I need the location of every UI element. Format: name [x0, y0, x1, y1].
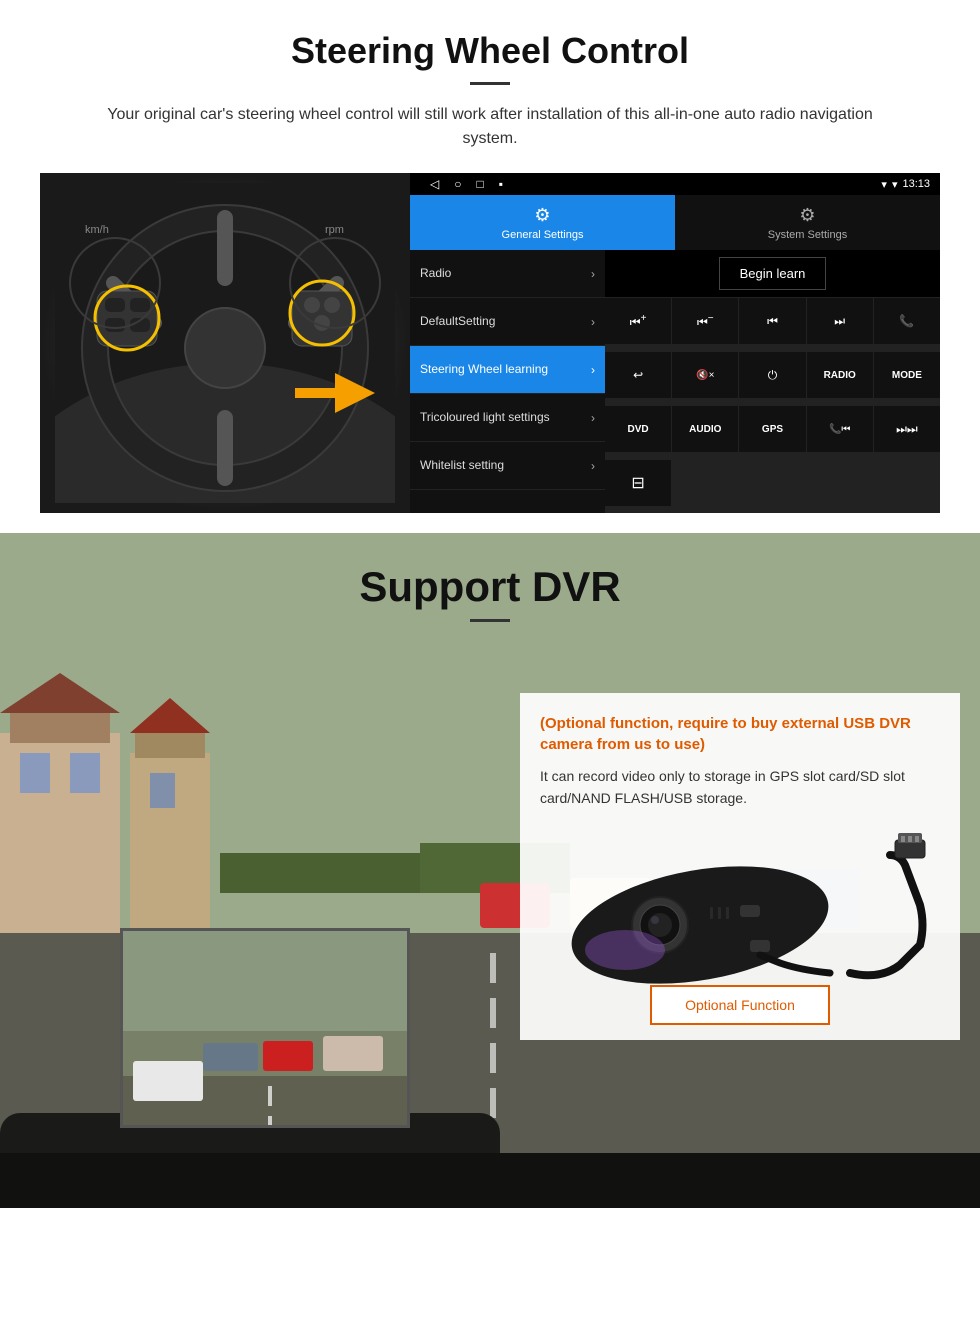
dvr-thumbnail [120, 928, 410, 1128]
section-description: Your original car's steering wheel contr… [80, 103, 900, 151]
chevron-icon: › [591, 267, 595, 281]
steering-wheel-svg: km/h rpm [55, 183, 395, 503]
wifi-icon: ▾ [892, 178, 898, 191]
ctrl-phone-prev[interactable]: 📞⏮ [807, 406, 873, 452]
menu-item-tricolour[interactable]: Tricoloured light settings › [410, 394, 605, 442]
ctrl-vol-up[interactable]: ⏮+ [605, 298, 671, 344]
control-buttons-grid: ⏮+ ⏮− ⏮ ⏭ 📞 ↩ 🔇× ⏻ RADIO MODE DVD AUDIO [605, 298, 940, 513]
android-statusbar: ◁ ○ □ ▪ ▾ ▾ 13:13 [410, 173, 940, 195]
ctrl-extra[interactable]: ⊟ [605, 460, 671, 506]
svg-text:km/h: km/h [85, 224, 109, 236]
dvr-title: Support DVR [0, 563, 980, 611]
dvr-section: Support DVR (Optional function, require … [0, 533, 980, 1208]
tab-general[interactable]: ⚙ General Settings [410, 195, 675, 250]
ctrl-next[interactable]: ⏭ [807, 298, 873, 344]
menu-item-tricolour-label: Tricoloured light settings [420, 410, 550, 426]
steering-photo: km/h rpm [40, 173, 410, 513]
chevron-icon-4: › [591, 411, 595, 425]
controls-panel: Begin learn ⏮+ ⏮− ⏮ ⏭ 📞 ↩ 🔇× ⏻ [605, 250, 940, 513]
clock: 13:13 [902, 178, 930, 190]
begin-learn-row: Begin learn [605, 250, 940, 298]
dvr-camera-illustration [540, 825, 940, 985]
menu-item-steering-label: Steering Wheel learning [420, 362, 548, 378]
dvr-description: It can record video only to storage in G… [540, 765, 940, 810]
menu-item-radio[interactable]: Radio › [410, 250, 605, 298]
tab-system[interactable]: ⚙ System Settings [675, 195, 940, 250]
ctrl-phone[interactable]: 📞 [874, 298, 940, 344]
chevron-icon-5: › [591, 459, 595, 473]
dvr-optional-text: (Optional function, require to buy exter… [540, 713, 940, 755]
menu-item-steering[interactable]: Steering Wheel learning › [410, 346, 605, 394]
ctrl-power[interactable]: ⏻ [739, 352, 805, 398]
settings-tabs: ⚙ General Settings ⚙ System Settings [410, 195, 940, 250]
menu-item-whitelist-label: Whitelist setting [420, 458, 504, 474]
ctrl-back[interactable]: ↩ [605, 352, 671, 398]
system-icon: ⚙ [799, 205, 815, 226]
optional-function-button[interactable]: Optional Function [650, 985, 830, 1025]
menu-item-whitelist[interactable]: Whitelist setting › [410, 442, 605, 490]
ctrl-mode[interactable]: MODE [874, 352, 940, 398]
dvr-thumbnail-svg [123, 931, 410, 1128]
ctrl-audio[interactable]: AUDIO [672, 406, 738, 452]
statusbar-icons: ▾ ▾ 13:13 [881, 178, 930, 191]
dvr-title-area: Support DVR [0, 563, 980, 622]
title-divider [470, 82, 510, 85]
tab-system-label: System Settings [768, 229, 847, 241]
dvr-title-divider [470, 619, 510, 622]
menu-item-radio-label: Radio [420, 266, 451, 282]
dvr-info-card: (Optional function, require to buy exter… [520, 693, 960, 1040]
tab-general-label: General Settings [502, 229, 584, 241]
ctrl-vol-down[interactable]: ⏮− [672, 298, 738, 344]
ctrl-dvd[interactable]: DVD [605, 406, 671, 452]
nav-back-icon: ◁ [430, 177, 439, 191]
svg-text:rpm: rpm [325, 224, 344, 236]
gear-icon: ⚙ [534, 205, 550, 226]
settings-menu-list: Radio › DefaultSetting › Steering Wheel … [410, 250, 605, 513]
menu-controls-area: Radio › DefaultSetting › Steering Wheel … [410, 250, 940, 513]
chevron-icon-2: › [591, 315, 595, 329]
nav-recent-icon: □ [476, 177, 483, 191]
ctrl-radio[interactable]: RADIO [807, 352, 873, 398]
steering-photo-inner: km/h rpm [40, 173, 410, 513]
chevron-icon-3: › [591, 363, 595, 377]
steering-demo: km/h rpm ◁ ○ □ ▪ ▾ ▾ [40, 173, 940, 513]
ctrl-mute[interactable]: 🔇× [672, 352, 738, 398]
signal-icon: ▾ [881, 178, 887, 191]
dvr-camera-svg [540, 825, 940, 985]
page-title: Steering Wheel Control [40, 30, 940, 72]
begin-learn-button[interactable]: Begin learn [719, 257, 827, 290]
nav-menu-icon: ▪ [499, 177, 503, 191]
nav-home-icon: ○ [454, 177, 461, 191]
menu-item-default-label: DefaultSetting [420, 314, 495, 330]
menu-item-default[interactable]: DefaultSetting › [410, 298, 605, 346]
ctrl-prev[interactable]: ⏮ [739, 298, 805, 344]
steering-section: Steering Wheel Control Your original car… [0, 0, 980, 533]
ctrl-gps[interactable]: GPS [739, 406, 805, 452]
android-ui-panel: ◁ ○ □ ▪ ▾ ▾ 13:13 ⚙ General Settings [410, 173, 940, 513]
ctrl-ff[interactable]: ⏭⏭ [874, 406, 940, 452]
